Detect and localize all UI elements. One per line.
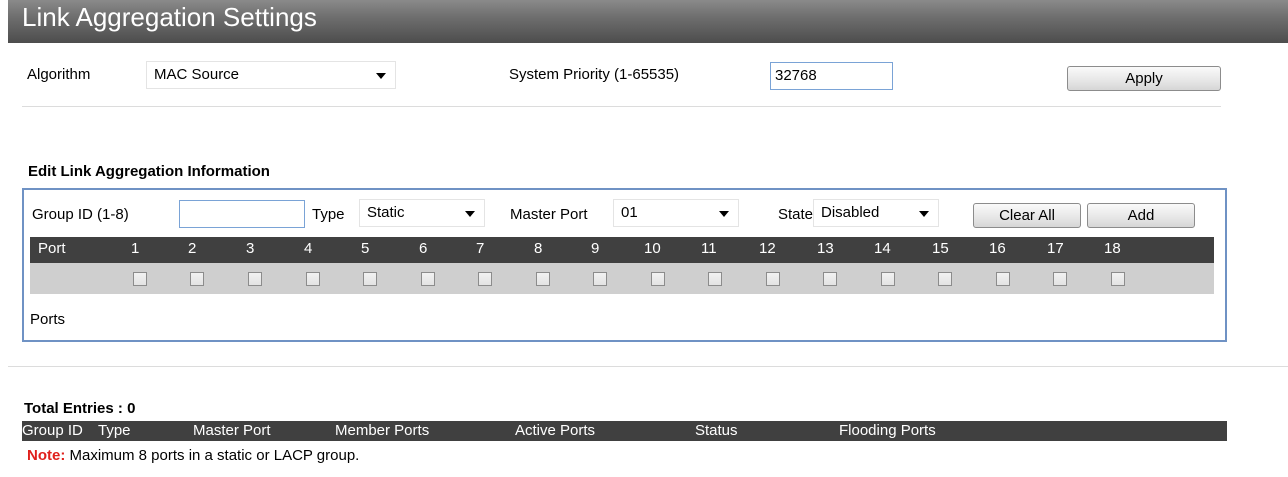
type-label: Type (312, 206, 345, 223)
port-number: 8 (534, 240, 543, 257)
port-number: 10 (644, 240, 661, 257)
state-select-value: Disabled (821, 204, 880, 221)
port-number: 14 (874, 240, 891, 257)
port-number: 17 (1047, 240, 1064, 257)
port-number: 11 (701, 240, 717, 257)
column-header-master-port: Master Port (193, 422, 271, 439)
port-checkbox[interactable] (478, 272, 492, 286)
chevron-down-icon (376, 73, 386, 79)
total-entries-label: Total Entries : 0 (24, 400, 136, 417)
type-select-value: Static (367, 204, 405, 221)
title-bar: Link Aggregation Settings (8, 0, 1288, 43)
edit-section-title: Edit Link Aggregation Information (28, 163, 270, 180)
port-checkbox[interactable] (881, 272, 895, 286)
port-checkbox[interactable] (536, 272, 550, 286)
port-checkbox-row (30, 263, 1214, 294)
state-select[interactable]: Disabled (813, 199, 939, 227)
port-checkbox[interactable] (651, 272, 665, 286)
ports-label: Ports (30, 311, 66, 328)
port-checkbox[interactable] (823, 272, 837, 286)
port-header-row: Port 1 2 3 4 5 6 7 8 9 10 11 12 13 14 15… (30, 237, 1214, 263)
port-checkbox[interactable] (938, 272, 952, 286)
chevron-down-icon (719, 211, 729, 217)
group-id-input[interactable] (179, 200, 305, 228)
entries-table-header: Group ID Type Master Port Member Ports A… (22, 421, 1227, 441)
chevron-down-icon (465, 211, 475, 217)
port-checkbox[interactable] (306, 272, 320, 286)
system-priority-input[interactable]: 32768 (770, 62, 893, 90)
port-number: 5 (361, 240, 370, 257)
port-checkbox[interactable] (363, 272, 377, 286)
algorithm-label: Algorithm (27, 66, 91, 83)
system-priority-label: System Priority (1-65535) (509, 66, 680, 83)
chevron-down-icon (919, 211, 929, 217)
column-header-status: Status (695, 422, 738, 439)
algorithm-select-value: MAC Source (154, 66, 240, 83)
master-port-select[interactable]: 01 (613, 199, 739, 227)
note-text: Maximum 8 ports in a static or LACP grou… (69, 447, 360, 464)
master-port-label: Master Port (510, 206, 588, 223)
port-number: 18 (1104, 240, 1121, 257)
port-number: 6 (419, 240, 428, 257)
divider (22, 106, 1221, 107)
port-number: 3 (246, 240, 255, 257)
port-checkbox[interactable] (708, 272, 722, 286)
port-checkbox[interactable] (133, 272, 147, 286)
port-number: 12 (759, 240, 776, 257)
apply-button[interactable]: Apply (1067, 66, 1221, 91)
port-number: 15 (932, 240, 949, 257)
port-number: 13 (817, 240, 834, 257)
port-number: 1 (131, 240, 140, 257)
state-label: State (778, 206, 814, 223)
column-header-flooding-ports: Flooding Ports (839, 422, 936, 439)
system-priority-value: 32768 (775, 67, 817, 84)
port-label: Port (38, 240, 66, 257)
port-number: 4 (304, 240, 313, 257)
divider (8, 366, 1288, 367)
port-number: 2 (188, 240, 197, 257)
note-label: Note: (27, 447, 66, 464)
port-checkbox[interactable] (766, 272, 780, 286)
column-header-group-id: Group ID (22, 422, 83, 439)
port-checkbox[interactable] (1111, 272, 1125, 286)
port-number: 16 (989, 240, 1006, 257)
column-header-type: Type (98, 422, 131, 439)
add-button[interactable]: Add (1087, 203, 1195, 228)
port-checkbox[interactable] (593, 272, 607, 286)
port-checkbox[interactable] (421, 272, 435, 286)
port-checkbox[interactable] (248, 272, 262, 286)
group-id-label: Group ID (1-8) (32, 206, 129, 223)
page-title: Link Aggregation Settings (22, 2, 317, 32)
port-number: 9 (591, 240, 600, 257)
type-select[interactable]: Static (359, 199, 485, 227)
port-checkbox[interactable] (996, 272, 1010, 286)
port-checkbox[interactable] (190, 272, 204, 286)
note: Note: Maximum 8 ports in a static or LAC… (27, 447, 359, 464)
column-header-active-ports: Active Ports (515, 422, 596, 439)
algorithm-select[interactable]: MAC Source (146, 61, 396, 89)
port-checkbox[interactable] (1053, 272, 1067, 286)
clear-all-button[interactable]: Clear All (973, 203, 1081, 228)
column-header-member-ports: Member Ports (335, 422, 430, 439)
master-port-select-value: 01 (621, 204, 638, 221)
port-number: 7 (476, 240, 485, 257)
